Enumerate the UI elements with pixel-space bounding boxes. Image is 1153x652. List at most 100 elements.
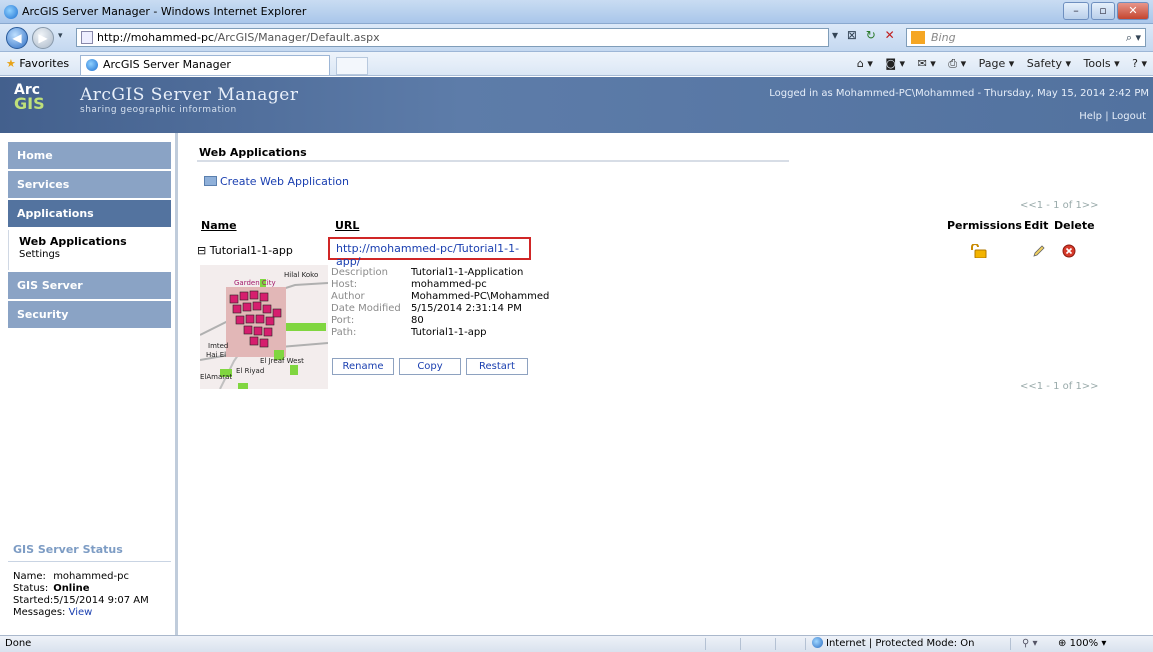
status-started-label: Started: — [13, 595, 54, 606]
restart-button[interactable]: Restart — [466, 358, 528, 375]
copy-button[interactable]: Copy — [399, 358, 461, 375]
browser-tab[interactable]: ArcGIS Server Manager — [80, 55, 330, 75]
application-name: ⊟ Tutorial1-1-app — [197, 244, 293, 257]
detail-host-label: Host: — [331, 279, 358, 290]
gis-server-status: Name: mohammed-pc Status: Online Started… — [13, 571, 149, 619]
application-url-link[interactable]: http://mohammed-pc/Tutorial1-1-app/ — [328, 237, 531, 268]
map-label-hai-el: Hai El — [206, 351, 226, 359]
nav-item-applications[interactable]: Applications — [8, 200, 171, 227]
column-header-permissions: Permissions — [947, 219, 1022, 232]
nav-item-services[interactable]: Services — [8, 171, 171, 198]
print-icon[interactable]: ⎙ ▾ — [948, 57, 966, 70]
app-banner: Arc GIS ArcGIS Server Manager sharing ge… — [0, 77, 1153, 133]
favorites-bar: ★ Favorites ArcGIS Server Manager ⌂ ▾ ◙ … — [0, 52, 1153, 76]
nav-item-gis-server[interactable]: GIS Server — [8, 272, 171, 299]
security-zone-label: Internet | Protected Mode: On — [826, 638, 975, 649]
status-separator — [1010, 638, 1011, 650]
protected-mode-icon[interactable]: ⚲ ▾ — [1022, 636, 1038, 652]
status-status-value: Online — [53, 583, 90, 594]
command-bar: ⌂ ▾ ◙ ▾ ✉ ▾ ⎙ ▾ Page ▾ Safety ▾ Tools ▾ … — [848, 57, 1147, 71]
mail-icon[interactable]: ✉ ▾ — [918, 57, 936, 70]
status-separator — [740, 638, 741, 650]
feeds-icon[interactable]: ◙ ▾ — [885, 57, 905, 70]
detail-path-label: Path: — [331, 327, 357, 338]
pager-bottom[interactable]: <<1 - 1 of 1>> — [1020, 381, 1099, 392]
address-dropdown-icon[interactable]: ▾ — [832, 28, 838, 42]
app-tagline: sharing geographic information — [80, 105, 237, 115]
refresh-icon[interactable]: ↻ — [866, 28, 876, 42]
address-toolbar: ◀ ▶ ▾ http://mohammed-pc/ArcGIS/Manager/… — [0, 24, 1153, 52]
logo-gis-text: GIS — [14, 94, 45, 113]
arcgis-logo: Arc GIS — [14, 83, 45, 112]
search-input[interactable]: Bing ⌕ ▾ — [906, 28, 1146, 47]
detail-host-value: mohammed-pc — [411, 279, 487, 290]
detail-date-modified-value: 5/15/2014 2:31:14 PM — [411, 303, 522, 314]
detail-author-label: Author — [331, 291, 365, 302]
help-link[interactable]: Help — [1079, 111, 1102, 122]
left-navigation: Home Services Applications Web Applicati… — [0, 133, 178, 635]
detail-date-modified-label: Date Modified — [331, 303, 401, 314]
star-icon: ★ — [6, 57, 16, 70]
new-tab-button[interactable] — [336, 57, 368, 75]
maximize-button[interactable]: ▫ — [1091, 2, 1115, 20]
page-menu[interactable]: Page ▾ — [979, 57, 1015, 70]
favorites-label: Favorites — [19, 57, 70, 70]
forward-button[interactable]: ▶ — [32, 27, 54, 49]
detail-description-value: Tutorial1-1-Application — [411, 267, 524, 278]
gis-server-status-heading: GIS Server Status — [13, 543, 123, 556]
status-messages-link[interactable]: View — [69, 607, 93, 618]
search-icon[interactable]: ⌕ ▾ — [1126, 29, 1141, 46]
application-name-label: Tutorial1-1-app — [209, 244, 293, 257]
zoom-control[interactable]: ⊕ 100% ▾ — [1058, 636, 1106, 652]
app-brand-title: ArcGIS Server Manager — [80, 85, 299, 105]
bing-icon — [911, 31, 925, 44]
home-icon[interactable]: ⌂ ▾ — [857, 57, 873, 70]
nav-item-home[interactable]: Home — [8, 142, 171, 169]
zoom-level: 100% — [1069, 638, 1099, 649]
address-bar[interactable]: http://mohammed-pc/ArcGIS/Manager/Defaul… — [76, 28, 829, 47]
permissions-lock-icon[interactable] — [969, 243, 987, 261]
status-name-value: mohammed-pc — [53, 571, 129, 582]
rename-button[interactable]: Rename — [332, 358, 394, 375]
minimize-button[interactable]: – — [1063, 2, 1089, 20]
map-label-garden-city: Garden City — [234, 279, 276, 287]
delete-icon[interactable] — [1062, 244, 1076, 261]
map-thumbnail-graphic: Garden City Hilal Koko Imted Hai El El J… — [200, 265, 328, 389]
status-separator — [775, 638, 776, 650]
column-header-name[interactable]: Name — [201, 219, 237, 232]
back-button[interactable]: ◀ — [6, 27, 28, 49]
applications-subnav: Web Applications Settings — [8, 230, 171, 270]
subnav-web-applications[interactable]: Web Applications — [19, 235, 171, 248]
stop-icon[interactable]: ✕ — [885, 28, 895, 42]
create-web-application-label: Create Web Application — [220, 175, 349, 188]
detail-port-label: Port: — [331, 315, 355, 326]
nav-item-security[interactable]: Security — [8, 301, 171, 328]
compatibility-icon[interactable]: ⊠ — [847, 28, 857, 42]
browser-status-bar: Done Internet | Protected Mode: On ⚲ ▾ ⊕… — [0, 635, 1153, 652]
login-status: Logged in as Mohammed-PC\Mohammed - Thur… — [769, 88, 1149, 99]
help-icon[interactable]: ? ▾ — [1132, 57, 1147, 70]
collapse-toggle-icon[interactable]: ⊟ — [197, 244, 206, 257]
logout-link[interactable]: Logout — [1112, 111, 1146, 122]
application-details: Description Tutorial1-1-Application Host:… — [331, 267, 549, 339]
safety-menu[interactable]: Safety ▾ — [1027, 57, 1071, 70]
page-title: Web Applications — [199, 146, 307, 159]
edit-pencil-icon[interactable] — [1032, 244, 1046, 261]
close-window-button[interactable]: ✕ — [1117, 2, 1149, 20]
page-title-underline — [197, 160, 789, 162]
globe-icon — [812, 637, 823, 648]
detail-author-value: Mohammed-PC\Mohammed — [411, 291, 550, 302]
favorites-button[interactable]: ★ Favorites — [6, 57, 69, 70]
page-icon — [81, 31, 93, 44]
subnav-settings[interactable]: Settings — [19, 249, 171, 260]
security-zone[interactable]: Internet | Protected Mode: On — [812, 636, 974, 652]
history-dropdown-icon[interactable]: ▾ — [58, 31, 63, 41]
tools-menu[interactable]: Tools ▾ — [1084, 57, 1120, 70]
pager-top[interactable]: <<1 - 1 of 1>> — [1020, 200, 1099, 211]
column-header-url[interactable]: URL — [335, 219, 359, 232]
status-separator — [705, 638, 706, 650]
column-header-delete: Delete — [1054, 219, 1095, 232]
create-web-application-link[interactable]: Create Web Application — [204, 175, 349, 188]
map-label-imted: Imted — [208, 342, 228, 350]
internet-explorer-icon — [4, 5, 18, 19]
